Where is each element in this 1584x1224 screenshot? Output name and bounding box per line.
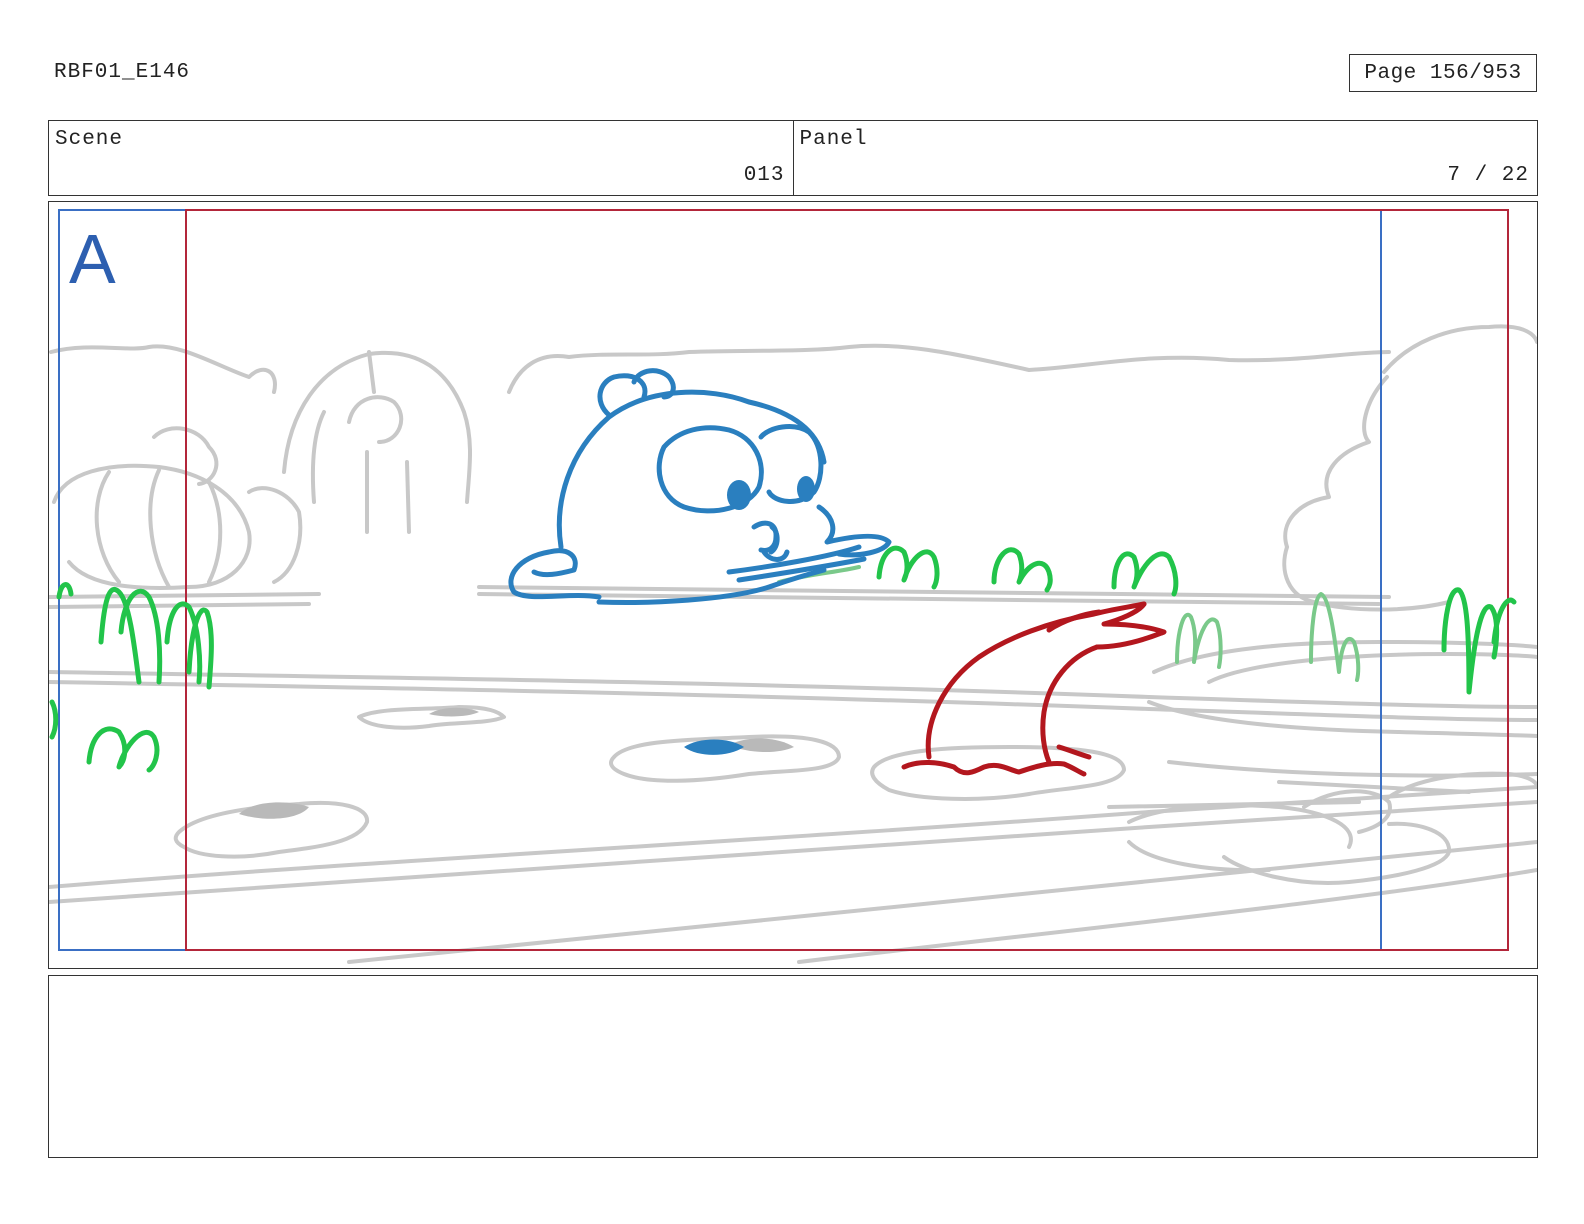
scene-panel-info: Scene 013 Panel 7 / 22	[48, 120, 1538, 196]
scene-label: Scene	[55, 128, 124, 151]
blue-guide-frame	[58, 209, 1382, 951]
notes-box	[48, 975, 1538, 1158]
red-guide-frame	[185, 209, 1509, 951]
blue-character-pupils	[684, 476, 815, 755]
layer-label: A	[69, 220, 116, 298]
document-id: RBF01_E146	[54, 61, 191, 84]
scene-cell: Scene 013	[49, 121, 793, 195]
scene-number: 013	[743, 164, 785, 187]
panel-label: Panel	[799, 128, 868, 151]
page-counter: Page 156/953	[1349, 54, 1537, 92]
background-sketch	[49, 324, 1537, 964]
panel-cell: Panel 7 / 22	[792, 121, 1538, 195]
blue-character-sketch	[508, 368, 892, 605]
storyboard-sketch	[49, 209, 1537, 964]
panel-number: 7 / 22	[1447, 164, 1529, 187]
storyboard-frame: A	[48, 201, 1538, 969]
